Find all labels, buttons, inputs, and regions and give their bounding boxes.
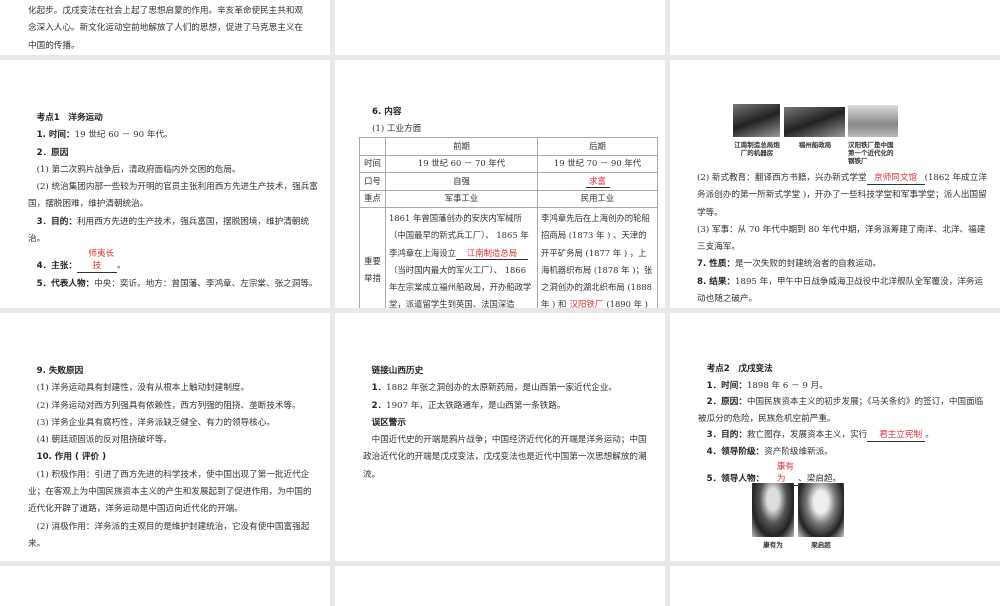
- label: 3．目的：: [36, 216, 77, 227]
- portrait-kang-youwei: [752, 483, 794, 537]
- number: 2．: [371, 400, 387, 411]
- cell: 自强: [385, 172, 538, 191]
- slide-2: [335, 0, 665, 55]
- text: 。: [925, 430, 934, 441]
- cell: 时间: [359, 154, 386, 173]
- slide-8: 链接山西历史 1．1882 年张之洞创办的太原新药局，是山西第一家近代企业。 2…: [335, 313, 665, 561]
- section-title: 考点2 戊戌变法: [706, 364, 773, 374]
- cell: 19 世纪 70 － 90 年代: [537, 154, 658, 173]
- photo-hanyang-ironworks: [848, 105, 898, 137]
- text: (2) 统治集团内部一些较为开明的官员主张利用西方先进生产技术，强兵富国，摆脱困…: [28, 182, 318, 210]
- text: (2) 消极作用：洋务派的主观目的是维护封建统治，它没有使中国富强起来。: [28, 521, 310, 549]
- text: 1907 年，正太铁路通车，是山西第一条铁路。: [386, 400, 566, 411]
- label: 2．原因：: [706, 397, 747, 408]
- label: 8. 结果：: [697, 276, 736, 287]
- answer: 康有为: [764, 461, 799, 486]
- slide-5: 6. 内容 (1) 工业方面 前期 后期 时间 19 世纪 60 － 70 年代 19…: [335, 60, 665, 308]
- slide-12: [670, 566, 1000, 606]
- label: 4．主张：: [36, 261, 77, 272]
- heading: 链接山西历史: [371, 366, 424, 376]
- table-row: 口号 自强 求富: [359, 172, 658, 191]
- cell: 李鸿章先后在上海创办的轮船招商局 (1873 年 ) 、天津的开平矿务局 (18…: [537, 206, 658, 308]
- table-row: 前期 后期: [359, 137, 658, 156]
- label: 7. 性质：: [697, 259, 736, 270]
- answer: 师夷长技: [76, 248, 117, 274]
- table-row: 重要举措 1861 年曾国藩创办的安庆内军械所（中国最早的新式兵工厂）、 186…: [359, 206, 658, 308]
- text: (2) 新式教育：翻译西方书籍，兴办新式学堂: [697, 173, 867, 183]
- cell: 后期: [537, 137, 658, 156]
- cell: [359, 137, 386, 156]
- heading: 误区警示: [371, 417, 406, 428]
- paragraph: 化起步。戊戌变法在社会上起了思想启蒙的作用。辛亥革命使民主共和观念深入人心。新文…: [28, 6, 304, 51]
- text: 中央：奕䜣。地方：曾国藩、李鸿章、左宗棠、张之洞等。: [94, 278, 318, 289]
- heading: 2．原因: [36, 147, 69, 158]
- slide-9: 考点2 戊戌变法 1．时间：1898 年 6 － 9 月。 2．原因：中国民族资…: [670, 313, 1000, 561]
- text: （当时国内最大的军火工厂）、 1866 年左宗棠成立福州船政局，开办船政学堂，派…: [389, 264, 532, 308]
- cell: 求富: [537, 172, 658, 191]
- answer: 江南制造总局: [456, 247, 528, 260]
- text: 救亡图存，发展资本主义，实行: [746, 430, 868, 441]
- text: 19 世纪 60 － 90 年代。: [74, 130, 173, 141]
- heading: 6. 内容: [372, 107, 402, 117]
- label: 1．时间：: [706, 380, 747, 391]
- text: (1) 积极作用：引进了西方先进的科学技术，使中国出现了第一批近代企业；在客观上…: [28, 469, 312, 515]
- heading: 10. 作用 ( 评价 ): [36, 452, 107, 463]
- caption: 康有为: [763, 541, 783, 549]
- slide-7: 9. 失败原因 (1) 洋务运动具有封建性，没有从根本上触动封建制度。 (2) …: [0, 313, 330, 561]
- answer: 君主立宪制: [867, 429, 926, 443]
- cell: 军事工业: [385, 189, 538, 208]
- text: (1) 洋务运动具有封建性，没有从根本上触动封建制度。: [36, 383, 250, 394]
- text: (2) 洋务运动对西方列强具有依赖性，西方列强的阻挠、垄断技术等。: [36, 400, 301, 411]
- text: 资产阶级维新派。: [764, 446, 833, 457]
- number: 1．: [371, 383, 387, 394]
- photo-jiangnan-arsenal: [733, 104, 780, 137]
- text: 是一次失败的封建统治者的自救运动。: [735, 259, 882, 270]
- cell: 口号: [359, 172, 386, 191]
- cell: 1861 年曾国藩创办的安庆内军械所（中国最早的新式兵工厂）、 1865 年李鸿…: [385, 206, 538, 308]
- label: 4．领导阶级：: [706, 446, 765, 457]
- section-title: 考点1 洋务运动: [36, 113, 103, 123]
- slide-1: 化起步。戊戌变法在社会上起了思想启蒙的作用。辛亥革命使民主共和观念深入人心。新文…: [0, 0, 330, 55]
- label: 3．目的：: [706, 430, 747, 441]
- answer: 京师同文馆: [866, 172, 925, 185]
- cell: 前期: [385, 137, 538, 156]
- photo-fuzhou-shipyard: [784, 107, 845, 137]
- answer: 求富: [585, 175, 610, 188]
- slide-11: [335, 566, 665, 606]
- slide-6: 江南制造总局炮厂的机器房 福州船政局 汉阳铁厂是中国第一个近代化的钢铁厂 (2)…: [670, 60, 1000, 308]
- subheading: (1) 工业方面: [372, 124, 422, 135]
- slide-10: [0, 566, 330, 606]
- caption: 汉阳铁厂是中国第一个近代化的钢铁厂: [848, 141, 894, 165]
- slide-3: [670, 0, 1000, 55]
- portrait-liang-qichao: [798, 483, 844, 537]
- industry-table: 前期 后期 时间 19 世纪 60 － 70 年代 19 世纪 70 － 90 年代 …: [359, 137, 658, 308]
- caption: 梁启超: [811, 541, 831, 549]
- text: 1882 年张之洞创办的太原新药局，是山西第一家近代企业。: [386, 383, 618, 394]
- caption: 江南制造总局炮厂的机器房: [734, 141, 780, 157]
- text: (3) 军事：从 70 年代中期到 80 年代中期，洋务派筹建了南洋、北洋、福建…: [697, 224, 986, 253]
- caption: 福州船政局: [798, 141, 832, 149]
- text: (4) 朝廷顽固派的反对阻挠破坏等。: [36, 435, 172, 446]
- cell: 重点: [359, 189, 386, 208]
- heading: 9. 失败原因: [36, 366, 84, 376]
- cell: 民用工业: [537, 189, 658, 208]
- text: (3) 洋务企业具有腐朽性，洋务派缺乏健全、有力的领导核心。: [36, 417, 275, 428]
- text: 。: [116, 261, 126, 272]
- text: (1) 第二次鸦片战争后，清政府面临内外交困的危局。: [36, 164, 241, 175]
- answer: 汉阳铁厂: [566, 298, 606, 308]
- cell: 重要举措: [359, 206, 386, 308]
- cell: 19 世纪 60 － 70 年代: [385, 154, 538, 173]
- text: 1895 年，甲午中日战争威海卫战役中北洋舰队全军覆没，洋务运动也随之破产。: [697, 276, 984, 305]
- label: 5．代表人物：: [36, 278, 95, 289]
- slide-4: 考点1 洋务运动 1. 时间：19 世纪 60 － 90 年代。 2．原因 (1…: [0, 60, 330, 308]
- table-row: 时间 19 世纪 60 － 70 年代 19 世纪 70 － 90 年代: [359, 154, 658, 173]
- table-row: 重点 军事工业 民用工业: [359, 189, 658, 208]
- label: 1. 时间：: [36, 130, 75, 141]
- text: 1898 年 6 － 9 月。: [746, 380, 828, 391]
- text: 中国近代史的开端是鸦片战争；中国经济近代化的开端是洋务运动；中国政治近代化的开端…: [363, 435, 647, 480]
- text: 李鸿章先后在上海创办的轮船招商局 (1873 年 ) 、天津的开平矿务局 (18…: [541, 213, 653, 308]
